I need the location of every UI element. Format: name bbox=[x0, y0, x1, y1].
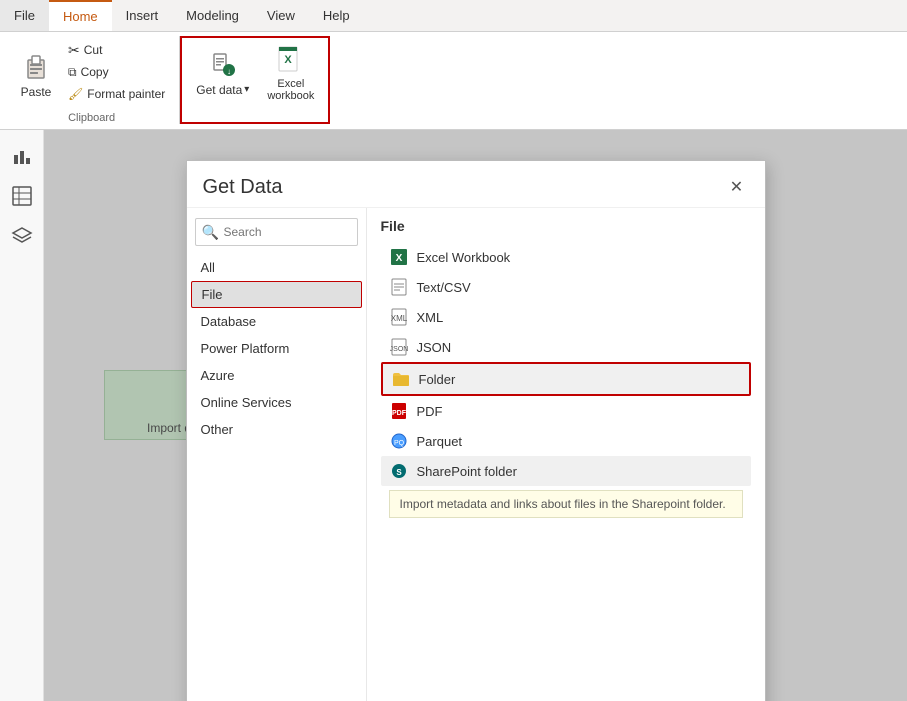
sharepoint-tooltip: Import metadata and links about files in… bbox=[389, 490, 743, 518]
data-item-pdf[interactable]: PDF PDF bbox=[381, 396, 751, 426]
excel-icon: X bbox=[389, 247, 409, 267]
pdf-icon: PDF bbox=[389, 401, 409, 421]
content-items-container: X Excel Workbook Text/CSV XML XML JSON JSON Fol… bbox=[381, 242, 751, 518]
ribbon-tabs: File Home Insert Modeling View Help bbox=[0, 0, 907, 32]
data-item-sharepoint_folder[interactable]: S SharePoint folder bbox=[381, 456, 751, 486]
get-data-dropdown-icon: ▾ bbox=[244, 84, 249, 95]
svg-text:X: X bbox=[395, 253, 402, 264]
data-item-label-sharepoint_folder: SharePoint folder bbox=[417, 464, 517, 479]
svg-text:XML: XML bbox=[390, 314, 407, 323]
sidebar-icon-chart[interactable] bbox=[4, 138, 40, 174]
tab-view[interactable]: View bbox=[253, 0, 309, 31]
data-item-parquet[interactable]: PQ Parquet bbox=[381, 426, 751, 456]
data-item-text_csv[interactable]: Text/CSV bbox=[381, 272, 751, 302]
content-section-title: File bbox=[381, 218, 751, 234]
svg-text:PQ: PQ bbox=[393, 440, 404, 447]
nav-item-power_platform[interactable]: Power Platform bbox=[187, 335, 366, 362]
svg-text:X: X bbox=[284, 54, 292, 66]
tab-home[interactable]: Home bbox=[49, 0, 112, 31]
format-painter-label: Format painter bbox=[87, 87, 165, 101]
get-data-buttons: ↓ Get data ▾ X bbox=[188, 38, 322, 106]
data-item-json[interactable]: JSON JSON bbox=[381, 332, 751, 362]
data-item-label-text_csv: Text/CSV bbox=[417, 280, 471, 295]
dialog-title: Get Data bbox=[203, 176, 283, 199]
nav-items-container: AllFileDatabasePower PlatformAzureOnline… bbox=[187, 254, 366, 443]
data-item-label-pdf: PDF bbox=[417, 404, 443, 419]
get-data-group: ↓ Get data ▾ X bbox=[180, 36, 330, 124]
get-data-icon: ↓ bbox=[207, 48, 239, 80]
folder-icon bbox=[391, 369, 411, 389]
data-item-folder[interactable]: Folder bbox=[381, 362, 751, 396]
json-icon: JSON bbox=[389, 337, 409, 357]
clipboard-buttons: Paste ✂ Cut ⧉ Copy 🖌 Format painter bbox=[12, 36, 171, 108]
paste-label: Paste bbox=[21, 85, 52, 99]
data-item-xml[interactable]: XML XML bbox=[381, 302, 751, 332]
sharepoint-icon: S bbox=[389, 461, 409, 481]
search-box: 🔍 bbox=[195, 218, 358, 246]
nav-item-file[interactable]: File bbox=[191, 281, 362, 308]
paste-icon bbox=[20, 50, 52, 82]
data-item-excel_workbook[interactable]: X Excel Workbook bbox=[381, 242, 751, 272]
nav-item-other[interactable]: Other bbox=[187, 416, 366, 443]
data-item-label-folder: Folder bbox=[419, 372, 456, 387]
tab-help[interactable]: Help bbox=[309, 0, 364, 31]
nav-item-database[interactable]: Database bbox=[187, 308, 366, 335]
xml-icon: XML bbox=[389, 307, 409, 327]
dialog-overlay: Get Data ✕ 🔍 AllFileDatabasePower Platfo… bbox=[44, 130, 907, 701]
nav-item-all[interactable]: All bbox=[187, 254, 366, 281]
cut-icon: ✂ bbox=[68, 42, 80, 59]
copy-icon: ⧉ bbox=[68, 65, 77, 80]
copy-label: Copy bbox=[81, 65, 109, 79]
dialog-content: File XExcel WorkbookText/CSVXMLXMLJSONJS… bbox=[367, 208, 765, 701]
format-painter-button[interactable]: 🖌 Format painter bbox=[62, 84, 171, 104]
copy-button[interactable]: ⧉ Copy bbox=[62, 62, 171, 82]
svg-text:S: S bbox=[396, 468, 402, 477]
ribbon-content: Paste ✂ Cut ⧉ Copy 🖌 Format painter bbox=[0, 32, 907, 130]
excel-workbook-label: Excel workbook bbox=[267, 78, 314, 102]
cut-label: Cut bbox=[84, 43, 103, 57]
data-item-label-json: JSON bbox=[417, 340, 452, 355]
main-canvas: Import dat Get Data ✕ 🔍 AllFileDatabaseP… bbox=[44, 130, 907, 701]
dialog-body: 🔍 AllFileDatabasePower PlatformAzureOnli… bbox=[187, 208, 765, 701]
get-data-dialog: Get Data ✕ 🔍 AllFileDatabasePower Platfo… bbox=[186, 160, 766, 701]
left-sidebar bbox=[0, 130, 44, 701]
cut-button[interactable]: ✂ Cut bbox=[62, 40, 171, 60]
text-icon bbox=[389, 277, 409, 297]
get-data-button[interactable]: ↓ Get data ▾ bbox=[188, 38, 257, 106]
data-item-label-excel_workbook: Excel Workbook bbox=[417, 250, 511, 265]
ribbon: File Home Insert Modeling View Help bbox=[0, 0, 907, 130]
clipboard-group: Paste ✂ Cut ⧉ Copy 🖌 Format painter bbox=[4, 36, 180, 124]
sidebar-icon-layers[interactable] bbox=[4, 218, 40, 254]
format-painter-icon: 🖌 bbox=[68, 87, 83, 101]
nav-item-azure[interactable]: Azure bbox=[187, 362, 366, 389]
tab-modeling[interactable]: Modeling bbox=[172, 0, 253, 31]
excel-workbook-icon: X bbox=[275, 43, 307, 75]
svg-text:JSON: JSON bbox=[390, 346, 408, 353]
data-item-label-xml: XML bbox=[417, 310, 444, 325]
search-icon: 🔍 bbox=[202, 224, 219, 241]
paste-button[interactable]: Paste bbox=[12, 40, 60, 108]
dialog-close-button[interactable]: ✕ bbox=[725, 175, 749, 199]
excel-workbook-button[interactable]: X Excel workbook bbox=[259, 38, 322, 106]
dialog-nav: 🔍 AllFileDatabasePower PlatformAzureOnli… bbox=[187, 208, 367, 701]
clipboard-group-label: Clipboard bbox=[68, 108, 115, 124]
svg-text:PDF: PDF bbox=[392, 410, 407, 417]
dialog-header: Get Data ✕ bbox=[187, 161, 765, 208]
nav-item-online_services[interactable]: Online Services bbox=[187, 389, 366, 416]
sidebar-icon-table[interactable] bbox=[4, 178, 40, 214]
tab-insert[interactable]: Insert bbox=[112, 0, 173, 31]
tab-file[interactable]: File bbox=[0, 0, 49, 31]
data-item-label-parquet: Parquet bbox=[417, 434, 463, 449]
get-data-label: Get data bbox=[196, 83, 242, 97]
parquet-icon: PQ bbox=[389, 431, 409, 451]
svg-text:↓: ↓ bbox=[227, 67, 231, 76]
